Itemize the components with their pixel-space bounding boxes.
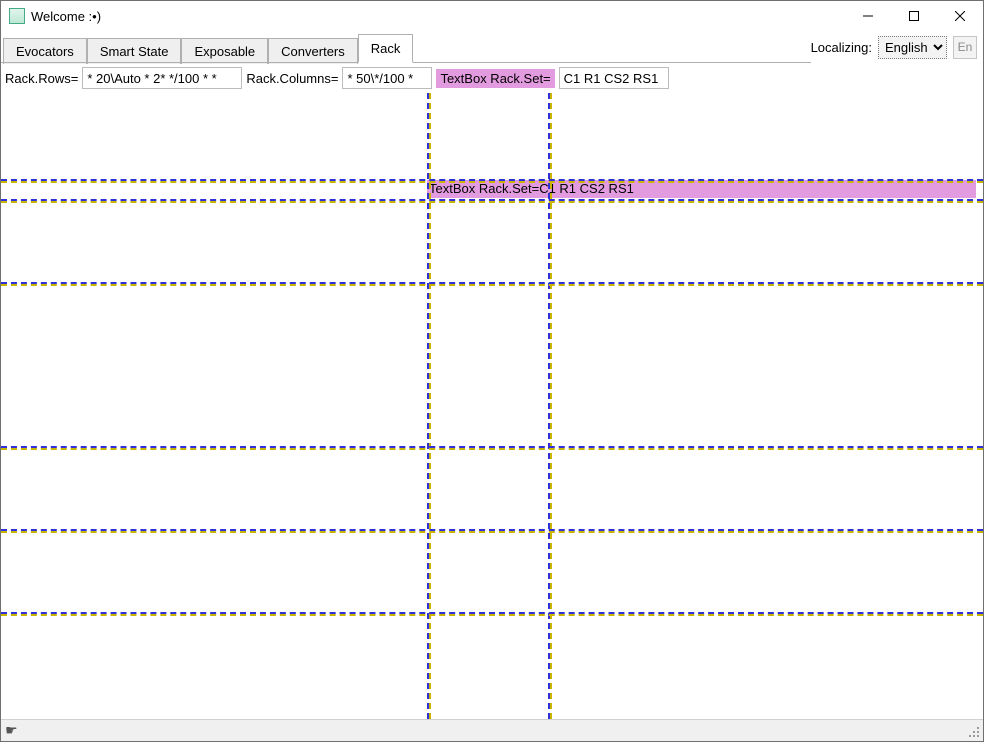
rack-area: TextBox Rack.Set=C1 R1 CS2 RS1 (1, 93, 983, 719)
grid-vline (429, 93, 431, 719)
rack-columns-label: Rack.Columns= (246, 71, 338, 86)
tab-strip: Evocators Smart State Exposable Converte… (1, 31, 413, 63)
language-select[interactable]: English (878, 36, 947, 59)
rack-grid: TextBox Rack.Set=C1 R1 CS2 RS1 (1, 93, 983, 719)
app-icon (9, 8, 25, 24)
en-button[interactable]: En (953, 36, 977, 59)
tab-exposable[interactable]: Exposable (181, 38, 268, 64)
rack-columns-input[interactable] (342, 67, 432, 89)
minimize-button[interactable] (845, 1, 891, 31)
grid-hline (1, 201, 983, 203)
grid-hline (1, 181, 983, 183)
tab-converters[interactable]: Converters (268, 38, 358, 64)
localizing-label: Localizing: (811, 40, 872, 55)
rack-set-input[interactable] (559, 67, 669, 89)
rack-rows-input[interactable] (82, 67, 242, 89)
grid-hline (1, 614, 983, 616)
resize-grip-icon[interactable] (967, 725, 981, 739)
rack-inputs-row: Rack.Rows= Rack.Columns= TextBox Rack.Se… (1, 63, 983, 93)
grid-vline (550, 93, 552, 719)
maximize-button[interactable] (891, 1, 937, 31)
grid-hline (1, 448, 983, 450)
grid-hline (1, 531, 983, 533)
rack-set-label: TextBox Rack.Set= (436, 69, 554, 88)
tab-evocators[interactable]: Evocators (3, 38, 87, 64)
toolbar: Evocators Smart State Exposable Converte… (1, 31, 983, 63)
hand-icon: ☚ (5, 722, 18, 739)
localizing-panel: Localizing: English En (811, 31, 983, 63)
window-title: Welcome :•) (31, 9, 101, 24)
close-button[interactable] (937, 1, 983, 31)
rack-rows-label: Rack.Rows= (5, 71, 78, 86)
tab-smart-state[interactable]: Smart State (87, 38, 182, 64)
status-bar: ☚ (1, 719, 983, 741)
grid-hline (1, 284, 983, 286)
titlebar: Welcome :•) (1, 1, 983, 31)
tab-rack[interactable]: Rack (358, 34, 414, 63)
app-window: Welcome :•) Evocators Smart State Exposa… (0, 0, 984, 742)
